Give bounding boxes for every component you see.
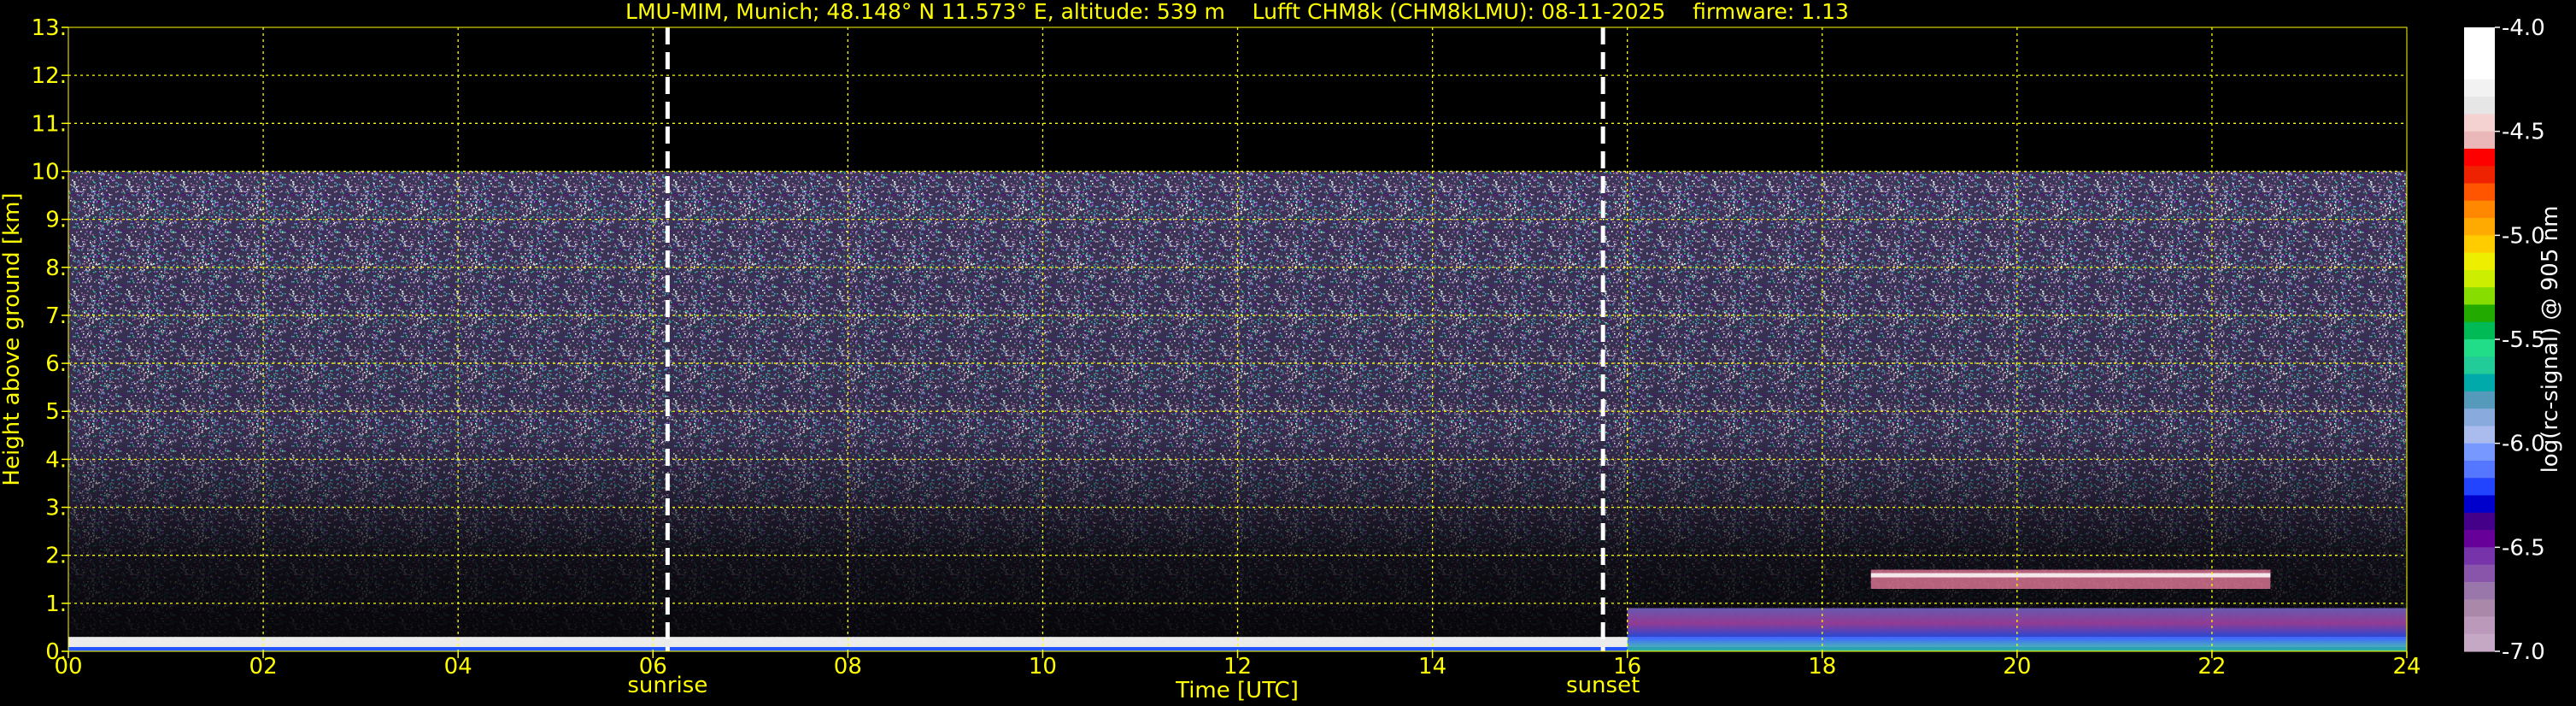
colorbar-segment: [2464, 616, 2495, 635]
cloud-layer-core: [1870, 573, 2271, 578]
colorbar-segment: [2464, 633, 2495, 652]
colorbar-segment: [2464, 252, 2495, 271]
colorbar-segment: [2464, 460, 2495, 479]
x-tick-label: 20: [2003, 654, 2031, 680]
colorbar-segment: [2464, 62, 2495, 80]
x-axis-label: Time [UTC]: [1175, 678, 1299, 703]
x-tick-label: 02: [249, 654, 278, 680]
colorbar-segment: [2464, 200, 2495, 219]
colorbar-tick-label: -6.5: [2502, 535, 2545, 561]
colorbar-segment: [2464, 339, 2495, 357]
chart-title: LMU-MIM, Munich; 48.148° N 11.573° E, al…: [625, 0, 1849, 24]
ceilometer-chart: LMU-MIM, Munich; 48.148° N 11.573° E, al…: [0, 0, 2563, 703]
colorbar-segment: [2464, 374, 2495, 392]
y-tick-label: 2.: [45, 544, 67, 569]
y-tick-label: 6.: [45, 351, 67, 377]
colorbar-segment: [2464, 114, 2495, 132]
colorbar-segment: [2464, 304, 2495, 323]
y-tick-label: 3.: [45, 496, 67, 521]
colorbar-segment: [2464, 443, 2495, 462]
ceilometer-figure: LMU-MIM, Munich; 48.148° N 11.573° E, al…: [0, 0, 2576, 706]
colorbar-segment: [2464, 321, 2495, 340]
colorbar-segment: [2464, 426, 2495, 444]
colorbar-segment: [2464, 512, 2495, 531]
y-tick-label: 7.: [45, 303, 67, 329]
colorbar-segment: [2464, 269, 2495, 288]
y-tick-label: 1.: [45, 591, 67, 617]
y-tick-label: 13.: [32, 15, 67, 41]
colorbar-tick-label: -7.0: [2502, 639, 2545, 665]
colorbar-segment: [2464, 391, 2495, 409]
colorbar-segment: [2464, 356, 2495, 375]
x-tick-label: 04: [444, 654, 472, 680]
colorbar-label: log(rc-signal) @ 905 nm: [2538, 206, 2563, 474]
colorbar-segment: [2464, 564, 2495, 583]
colorbar: -4.0-4.5-5.0-5.5-6.0-6.5-7.0: [2464, 15, 2545, 665]
x-tick-label: 08: [834, 654, 862, 680]
x-tick-label: 12: [1223, 654, 1252, 680]
marker-label-sunset: sunset: [1566, 673, 1640, 698]
colorbar-segment: [2464, 148, 2495, 167]
x-tick-label: 14: [1418, 654, 1446, 680]
cloud-layer: [1870, 569, 2271, 589]
colorbar-segment: [2464, 409, 2495, 427]
colorbar-segment: [2464, 218, 2495, 236]
colorbar-segment: [2464, 287, 2495, 306]
y-axis-label: Height above ground [km]: [0, 192, 25, 485]
x-tick-label: 18: [1808, 654, 1836, 680]
colorbar-segment: [2464, 495, 2495, 514]
colorbar-segment: [2464, 183, 2495, 202]
y-tick-label: 4.: [45, 447, 67, 473]
plot-area: [67, 26, 2408, 652]
colorbar-segment: [2464, 478, 2495, 497]
colorbar-tick-label: -4.5: [2502, 120, 2545, 145]
colorbar-segment: [2464, 235, 2495, 254]
x-tick-label: 22: [2198, 654, 2226, 680]
colorbar-segment: [2464, 581, 2495, 600]
y-tick-label: 11.: [32, 111, 67, 137]
marker-label-sunrise: sunrise: [627, 673, 707, 698]
x-tick-label: 10: [1029, 654, 1057, 680]
colorbar-segment: [2464, 79, 2495, 97]
colorbar-segment: [2464, 166, 2495, 185]
y-tick-label: 0.: [45, 639, 67, 665]
y-tick-label: 8.: [45, 256, 67, 281]
colorbar-segment: [2464, 599, 2495, 618]
y-tick-label: 5.: [45, 399, 67, 425]
colorbar-tick-label: -4.0: [2502, 15, 2545, 41]
colorbar-segment: [2464, 131, 2495, 150]
y-tick-label: 9.: [45, 208, 67, 233]
x-tick-label: 24: [2392, 654, 2421, 680]
colorbar-segment: [2464, 547, 2495, 566]
colorbar-segment: [2464, 530, 2495, 548]
colorbar-segment: [2464, 44, 2495, 63]
y-tick-label: 12.: [32, 63, 67, 89]
colorbar-segment: [2464, 97, 2495, 115]
colorbar-segment: [2464, 27, 2495, 45]
y-tick-label: 10.: [32, 159, 67, 185]
